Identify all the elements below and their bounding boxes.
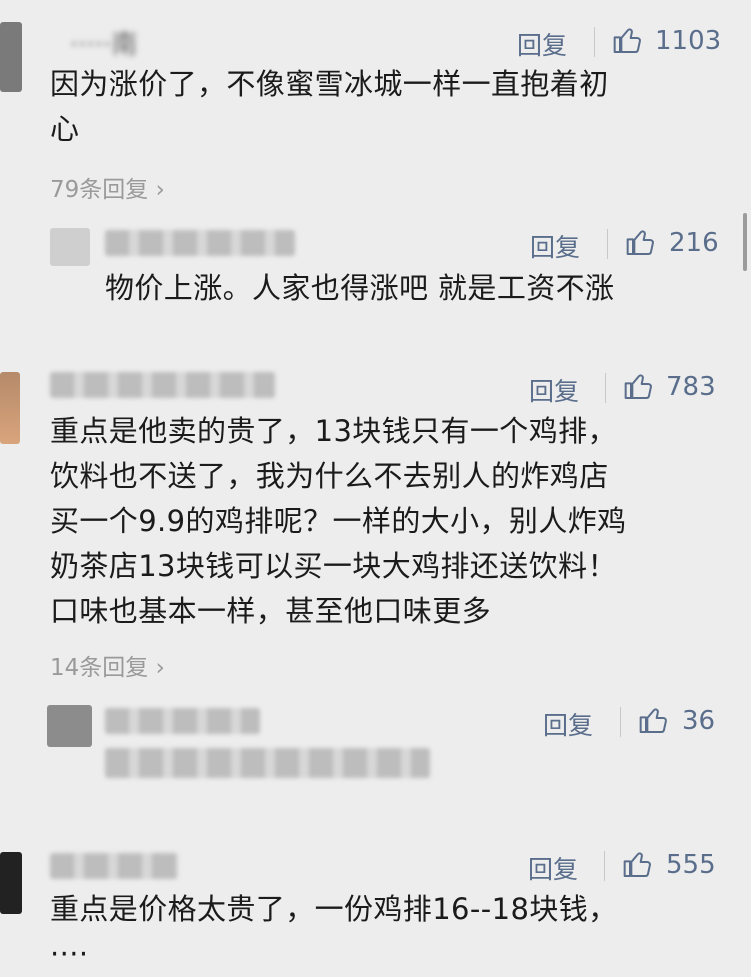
view-replies-link[interactable]: 79条回复 › <box>50 170 165 204</box>
like-count: 216 <box>669 228 719 258</box>
like-count: 555 <box>666 850 716 880</box>
separator <box>607 229 608 259</box>
avatar[interactable] <box>47 705 92 747</box>
reply-button[interactable]: 回复 <box>543 706 593 742</box>
username[interactable] <box>105 230 295 256</box>
comment-text-line: 因为涨价了，不像蜜雪冰城一样一直抱着初 <box>50 67 609 101</box>
comment-text-line: 重点是价格太贵了，一份鸡排16--18块钱， <box>50 892 618 926</box>
comment-text-blurred <box>105 748 430 778</box>
thumbs-up-icon[interactable] <box>622 848 654 880</box>
comment-text-line: 口味也基本一样，甚至他口味更多 <box>50 594 492 628</box>
username[interactable] <box>50 853 178 879</box>
comment-text-line: 心 <box>50 112 80 146</box>
comment-text-line: ···· <box>50 937 89 971</box>
reply-button[interactable]: 回复 <box>530 228 580 264</box>
separator <box>594 27 595 57</box>
like-count: 1103 <box>655 26 722 56</box>
username[interactable] <box>105 708 260 734</box>
view-replies-link[interactable]: 14条回复 › <box>50 648 165 682</box>
thumbs-up-icon[interactable] <box>638 704 670 736</box>
replies-count-label: 79条回复 <box>50 177 149 203</box>
avatar[interactable] <box>0 22 22 92</box>
comment-text-line: 重点是他卖的贵了，13块钱只有一个鸡排， <box>50 414 617 448</box>
chevron-right-icon: › <box>148 177 165 203</box>
comment-text-line: 买一个9.9的鸡排呢？一样的大小，别人炸鸡 <box>50 504 627 538</box>
replies-count-label: 14条回复 <box>50 655 149 681</box>
avatar[interactable] <box>50 228 90 266</box>
chevron-right-icon: › <box>148 655 165 681</box>
comment-text-line: 物价上涨。人家也得涨吧 就是工资不涨 <box>105 271 615 305</box>
reply-button[interactable]: 回复 <box>517 26 567 62</box>
thumbs-up-icon[interactable] <box>625 226 657 258</box>
thumbs-up-icon[interactable] <box>612 24 644 56</box>
separator <box>620 707 621 737</box>
separator <box>605 373 606 403</box>
like-count: 783 <box>666 372 716 402</box>
scrollbar[interactable] <box>743 213 747 271</box>
like-count: 36 <box>682 706 716 736</box>
reply-button[interactable]: 回复 <box>529 372 579 408</box>
avatar[interactable] <box>0 372 20 444</box>
username[interactable] <box>50 372 275 398</box>
thumbs-up-icon[interactable] <box>623 370 655 402</box>
separator <box>604 851 605 881</box>
username[interactable]: ·····南 <box>70 24 137 61</box>
comment-text-line: 奶茶店13块钱可以买一块大鸡排还送饮料！ <box>50 549 617 583</box>
comment-text-line: 饮料也不送了，我为什么不去别人的炸鸡店 <box>50 459 609 493</box>
reply-button[interactable]: 回复 <box>528 850 578 886</box>
avatar[interactable] <box>0 852 22 914</box>
